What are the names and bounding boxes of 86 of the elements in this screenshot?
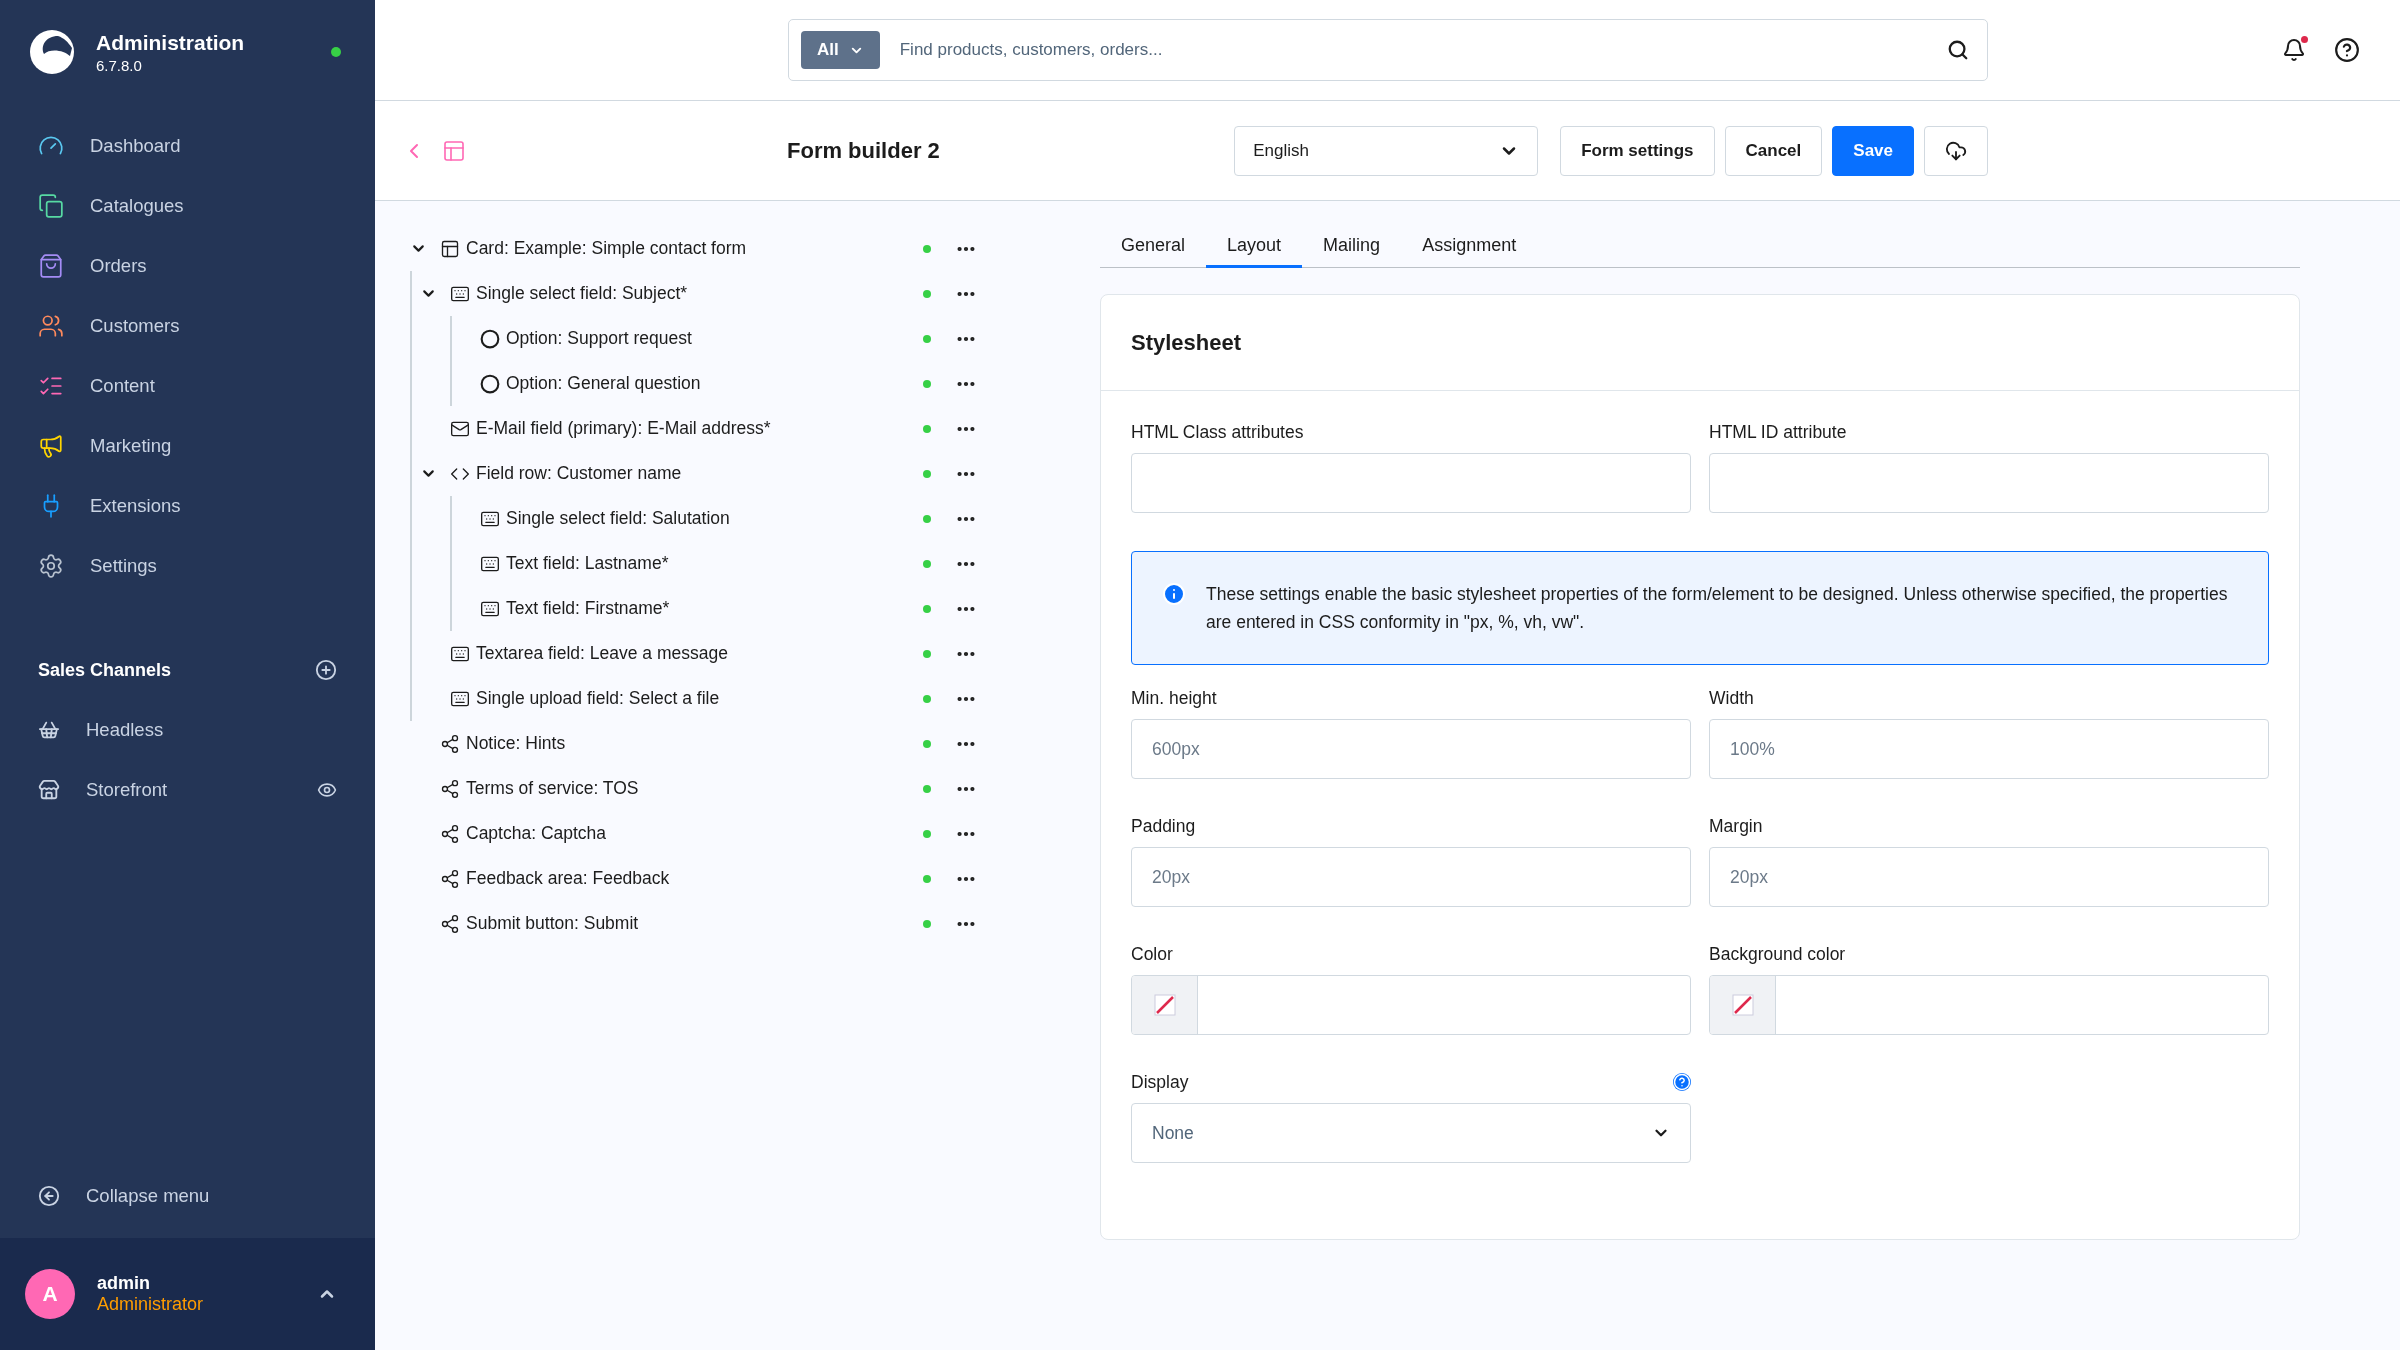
color-field[interactable] (1709, 975, 2269, 1035)
color-field[interactable] (1131, 975, 1691, 1035)
nav-item[interactable]: Settings (0, 536, 375, 596)
share-icon (440, 778, 460, 799)
info-icon (1162, 582, 1186, 606)
tree-item-label[interactable]: Submit button: Submit (466, 913, 923, 934)
toolbar-button[interactable]: Cancel (1724, 125, 1823, 176)
input-field[interactable]: 20px (1131, 847, 1691, 907)
language-select[interactable]: English (1234, 125, 1539, 176)
field-label: Color (1131, 943, 1173, 965)
circle-icon (480, 328, 500, 349)
nav-item[interactable]: Extensions (0, 476, 375, 536)
layout-icon (440, 238, 460, 259)
tab[interactable]: Assignment (1401, 226, 1538, 268)
tree-item-label[interactable]: Feedback area: Feedback (466, 868, 923, 889)
share-icon (440, 868, 460, 889)
search-icon[interactable] (1947, 39, 1969, 61)
help-icon[interactable] (2334, 37, 2360, 63)
field-label: Margin (1709, 815, 1763, 837)
tab[interactable]: Layout (1206, 226, 1303, 268)
input-field[interactable]: 20px (1709, 847, 2269, 907)
tree-item-label[interactable]: Single select field: Salutation (506, 508, 923, 529)
tree-item-label[interactable]: Single upload field: Select a file (476, 688, 923, 709)
collapse-icon (38, 1185, 60, 1207)
input-field[interactable]: 600px (1131, 719, 1691, 779)
input-field[interactable]: 100% (1709, 719, 2269, 779)
tree-item-label[interactable]: Card: Example: Simple contact form (466, 238, 923, 259)
circle-icon (480, 373, 500, 394)
field-label: Min. height (1131, 687, 1217, 709)
tree-item-label[interactable]: Text field: Firstname* (506, 598, 923, 619)
field-label: Display (1131, 1071, 1189, 1093)
store-icon (38, 779, 60, 801)
field-label: Padding (1131, 815, 1196, 837)
nav-item[interactable]: Marketing (0, 416, 375, 476)
field-label: HTML ID attribute (1709, 421, 1847, 443)
tree-item-label[interactable]: Single select field: Subject* (476, 283, 923, 304)
tab[interactable]: Mailing (1302, 226, 1402, 268)
user-role: Administrator (97, 1294, 205, 1315)
scope-dropdown[interactable]: All (801, 31, 880, 69)
download-button[interactable] (1924, 125, 1988, 176)
tree-item-label[interactable]: Option: General question (506, 373, 923, 394)
nav-item[interactable]: Orders (0, 236, 375, 296)
tree-item-label[interactable]: Field row: Customer name (476, 463, 923, 484)
basket-icon (38, 719, 60, 741)
layout-icon[interactable] (442, 138, 466, 163)
nav-item[interactable]: Catalogues (0, 176, 375, 236)
sales-channel-item[interactable]: Storefront (0, 760, 375, 820)
input-field[interactable] (1131, 453, 1691, 513)
share-icon (440, 913, 460, 934)
eye-icon[interactable] (317, 780, 337, 800)
section-title: Sales Channels (38, 659, 172, 681)
nav-item[interactable]: Dashboard (0, 116, 375, 176)
share-icon (440, 733, 460, 754)
no-color-icon (1730, 993, 1755, 1017)
toolbar-button[interactable]: Save (1832, 125, 1914, 176)
nav-item[interactable]: Customers (0, 296, 375, 356)
nav-item[interactable]: Content (0, 356, 375, 416)
search-field[interactable]: All Find products, customers, orders... (788, 19, 1988, 81)
toolbar-button[interactable]: Form settings (1560, 125, 1715, 176)
tree-item-label[interactable]: Option: Support request (506, 328, 923, 349)
tree-item-label[interactable]: Notice: Hints (466, 733, 923, 754)
cloud-download-icon (1945, 139, 1967, 162)
input-field[interactable] (1709, 453, 2269, 513)
collapse-menu-link[interactable]: Collapse menu (0, 1154, 375, 1238)
app-title: Administration (96, 30, 246, 55)
user-name: admin (97, 1273, 151, 1294)
field-label: Background color (1709, 943, 1846, 965)
sales-channel-item[interactable]: Headless (0, 700, 375, 760)
tree-item-label[interactable]: E-Mail field (primary): E-Mail address* (476, 418, 923, 439)
tree-item-label[interactable]: Textarea field: Leave a message (476, 643, 923, 664)
page-title: Form builder 2 (787, 137, 941, 164)
logo[interactable] (28, 28, 76, 76)
card-title: Stylesheet (1131, 329, 1242, 356)
tab[interactable]: General (1100, 226, 1207, 268)
share-icon (440, 823, 460, 844)
tree-item-label[interactable]: Captcha: Captcha (466, 823, 923, 844)
bell-icon[interactable] (2282, 38, 2306, 62)
field-label: Width (1709, 687, 1754, 709)
select-field[interactable]: None (1131, 1103, 1691, 1163)
tree-item-label[interactable]: Terms of service: TOS (466, 778, 923, 799)
tree-item-label[interactable]: Text field: Lastname* (506, 553, 923, 574)
info-text: These settings enable the basic stylesheet properties of the form/element to be designed. Unless otherwise specified, the properties are entered in CSS conformity in "px, %, vh, vw". (1206, 583, 2229, 634)
field-label: HTML Class attributes (1131, 421, 1304, 443)
app-version: 6.7.8.0 (96, 56, 143, 74)
add-icon[interactable] (315, 659, 337, 681)
no-color-icon (1152, 993, 1177, 1017)
